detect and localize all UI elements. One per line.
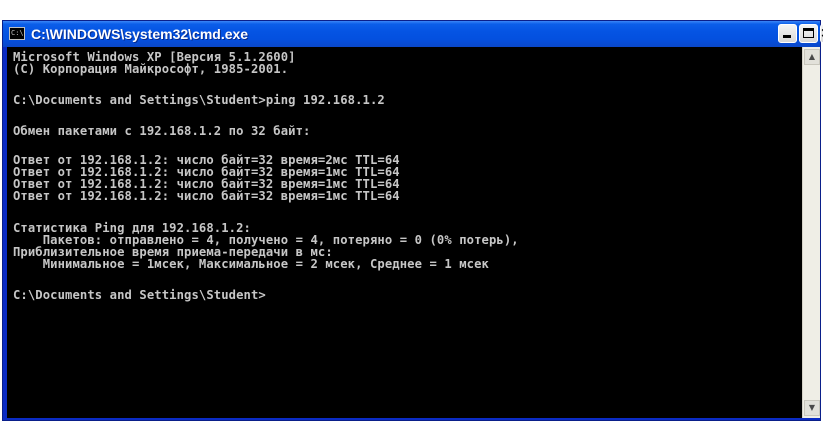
console-line: Ответ от 192.168.1.2: число байт=32 врем… bbox=[13, 189, 400, 203]
console-app-icon[interactable]: C:\ bbox=[9, 27, 25, 40]
console-line: Минимальное = 1мсек, Максимальное = 2 мс… bbox=[13, 257, 489, 271]
arrow-down-icon: ▼ bbox=[808, 403, 816, 412]
cmd-window: C:\ C:\WINDOWS\system32\cmd.exe × Micros… bbox=[2, 20, 823, 421]
window-title: C:\WINDOWS\system32\cmd.exe bbox=[31, 26, 249, 42]
console-line: Обмен пакетами с 192.168.1.2 по 32 байт: bbox=[13, 124, 311, 138]
console-line: (C) Корпорация Майкрософт, 1985-2001. bbox=[13, 62, 289, 76]
scroll-down-button[interactable]: ▼ bbox=[804, 400, 820, 416]
minimize-button[interactable] bbox=[778, 24, 797, 43]
console-prompt: C:\Documents and Settings\Student> bbox=[13, 288, 266, 302]
console-output[interactable]: Microsoft Windows XP [Версия 5.1.2600] (… bbox=[7, 47, 802, 418]
arrow-up-icon: ▲ bbox=[808, 52, 816, 61]
maximize-icon bbox=[803, 28, 814, 38]
minimize-icon bbox=[783, 35, 791, 38]
scroll-up-button[interactable]: ▲ bbox=[804, 49, 820, 65]
title-bar[interactable]: C:\ C:\WINDOWS\system32\cmd.exe × bbox=[3, 21, 823, 47]
maximize-button[interactable] bbox=[799, 24, 818, 43]
console-app-icon-label: C:\ bbox=[11, 29, 24, 37]
console-line: C:\Documents and Settings\Student>ping 1… bbox=[13, 93, 385, 107]
vertical-scrollbar[interactable]: ▲ ▼ bbox=[802, 47, 820, 418]
